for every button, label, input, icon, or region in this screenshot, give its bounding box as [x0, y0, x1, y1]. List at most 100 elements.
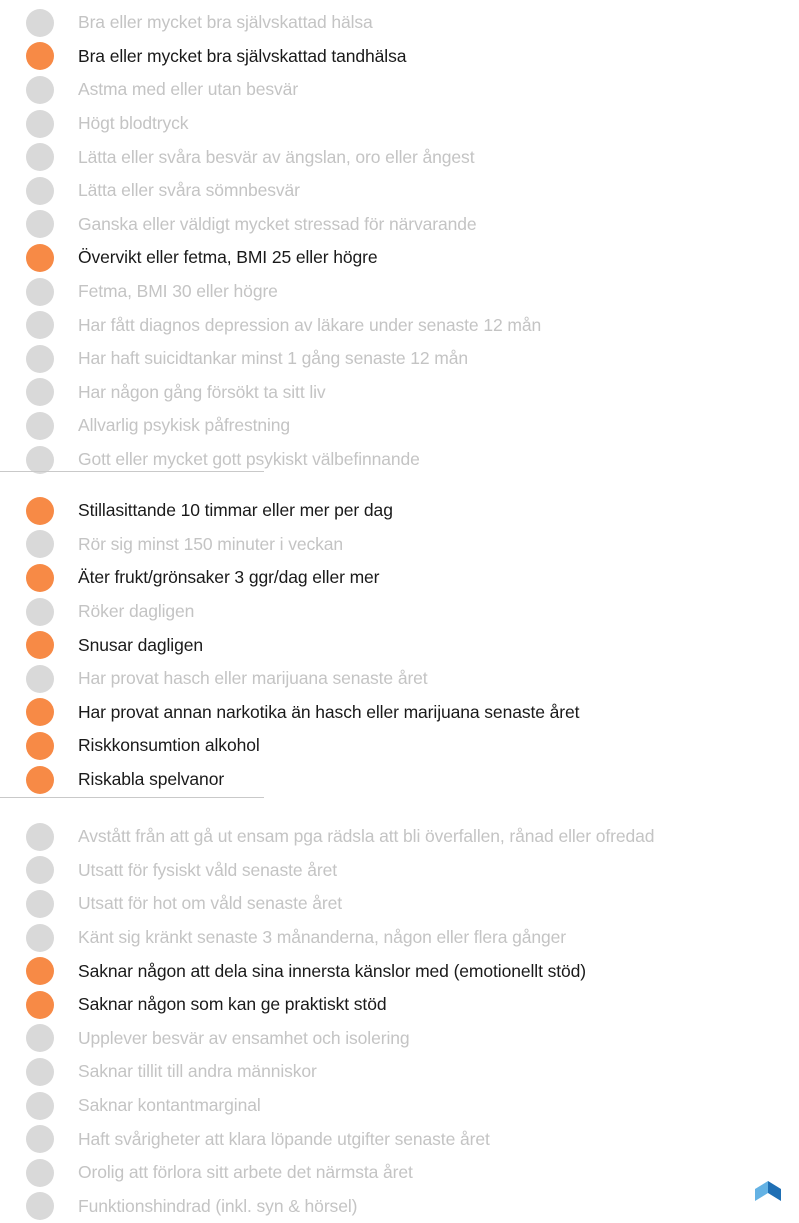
indicator-label: Har provat hasch eller marijuana senaste…: [78, 668, 428, 689]
indicator-row: Har provat annan narkotika än hasch elle…: [0, 696, 799, 730]
indicator-row: Upplever besvär av ensamhet och isolerin…: [0, 1022, 799, 1056]
inactive-dot-icon: [26, 889, 54, 918]
indicator-label: Har haft suicidtankar minst 1 gång senas…: [78, 348, 469, 369]
indicator-row: Har provat hasch eller marijuana senaste…: [0, 662, 799, 696]
indicator-row: Riskabla spelvanor: [0, 763, 799, 797]
indicator-row: Rör sig minst 150 minuter i veckan: [0, 528, 799, 562]
inactive-dot-icon: [26, 344, 54, 373]
indicator-label: Astma med eller utan besvär: [78, 79, 299, 100]
indicator-label: Utsatt för fysiskt våld senaste året: [78, 859, 338, 880]
indicator-label: Riskkonsumtion alkohol: [78, 735, 260, 756]
indicator-label: Utsatt för hot om våld senaste året: [78, 893, 342, 914]
indicator-label: Fetma, BMI 30 eller högre: [78, 281, 278, 302]
highlight-dot-icon: [26, 631, 54, 660]
highlight-dot-icon: [26, 990, 54, 1019]
inactive-dot-icon: [26, 664, 54, 693]
inactive-dot-icon: [26, 822, 54, 851]
inactive-dot-icon: [26, 109, 54, 138]
inactive-dot-icon: [26, 923, 54, 952]
brand-logo-icon: [755, 1181, 781, 1201]
indicator-label: Stillasittande 10 timmar eller mer per d…: [78, 500, 393, 521]
indicator-row: Övervikt eller fetma, BMI 25 eller högre: [0, 241, 799, 275]
indicator-label: Saknar någon som kan ge praktiskt stöd: [78, 994, 387, 1015]
indicator-label: Högt blodtryck: [78, 113, 189, 134]
indicator-group-lifestyle: Stillasittande 10 timmar eller mer per d…: [0, 494, 799, 796]
indicator-label: Saknar kontantmarginal: [78, 1095, 261, 1116]
indicator-row: Har någon gång försökt ta sitt liv: [0, 376, 799, 410]
highlight-dot-icon: [26, 496, 54, 525]
inactive-dot-icon: [26, 1057, 54, 1086]
indicator-row: Astma med eller utan besvär: [0, 73, 799, 107]
indicator-label: Röker dagligen: [78, 601, 195, 622]
indicator-label: Upplever besvär av ensamhet och isolerin…: [78, 1027, 410, 1048]
indicator-row: Ganska eller väldigt mycket stressad för…: [0, 208, 799, 242]
inactive-dot-icon: [26, 856, 54, 885]
indicator-row: Stillasittande 10 timmar eller mer per d…: [0, 494, 799, 528]
inactive-dot-icon: [26, 1158, 54, 1187]
highlight-dot-icon: [26, 42, 54, 71]
highlight-dot-icon: [26, 765, 54, 794]
highlight-dot-icon: [26, 563, 54, 592]
inactive-dot-icon: [26, 1091, 54, 1120]
inactive-dot-icon: [26, 1024, 54, 1053]
indicator-row: Riskkonsumtion alkohol: [0, 729, 799, 763]
inactive-dot-icon: [26, 176, 54, 205]
indicator-label: Lätta eller svåra sömnbesvär: [78, 180, 300, 201]
indicator-row: Saknar någon att dela sina innersta käns…: [0, 954, 799, 988]
inactive-dot-icon: [26, 1125, 54, 1154]
indicator-label: Haft svårigheter att klara löpande utgif…: [78, 1128, 490, 1149]
indicator-row: Lätta eller svåra sömnbesvär: [0, 174, 799, 208]
indicator-row: Snusar dagligen: [0, 628, 799, 662]
inactive-dot-icon: [26, 143, 54, 172]
indicator-label: Saknar tillit till andra människor: [78, 1061, 317, 1082]
indicator-label: Lätta eller svåra besvär av ängslan, oro…: [78, 146, 475, 167]
indicator-row: Funktionshindrad (inkl. syn & hörsel): [0, 1190, 799, 1223]
indicator-row: Saknar någon som kan ge praktiskt stöd: [0, 988, 799, 1022]
indicator-row: Allvarlig psykisk påfrestning: [0, 409, 799, 443]
indicator-label: Rör sig minst 150 minuter i veckan: [78, 533, 344, 554]
indicator-label: Orolig att förlora sitt arbete det närms…: [78, 1162, 413, 1183]
indicator-label: Känt sig kränkt senaste 3 månanderna, nå…: [78, 927, 567, 948]
indicator-label: Avstått från att gå ut ensam pga rädsla …: [78, 826, 655, 847]
indicator-row: Äter frukt/grönsaker 3 ggr/dag eller mer: [0, 561, 799, 595]
inactive-dot-icon: [26, 210, 54, 239]
indicator-label: Bra eller mycket bra självskattad tandhä…: [78, 45, 407, 66]
indicator-row: Fetma, BMI 30 eller högre: [0, 275, 799, 309]
inactive-dot-icon: [26, 530, 54, 559]
highlight-dot-icon: [26, 957, 54, 986]
indicator-row: Har haft suicidtankar minst 1 gång senas…: [0, 342, 799, 376]
indicator-row: Saknar tillit till andra människor: [0, 1055, 799, 1089]
indicator-row: Avstått från att gå ut ensam pga rädsla …: [0, 820, 799, 854]
indicator-row: Orolig att förlora sitt arbete det närms…: [0, 1156, 799, 1190]
indicator-row: Högt blodtryck: [0, 107, 799, 141]
inactive-dot-icon: [26, 311, 54, 340]
indicator-row: Lätta eller svåra besvär av ängslan, oro…: [0, 140, 799, 174]
group-divider: [0, 471, 264, 472]
indicator-label: Riskabla spelvanor: [78, 769, 225, 790]
inactive-dot-icon: [26, 8, 54, 37]
indicator-row: Har fått diagnos depression av läkare un…: [0, 308, 799, 342]
inactive-dot-icon: [26, 1192, 54, 1221]
group-divider: [0, 797, 264, 798]
indicator-label: Gott eller mycket gott psykiskt välbefin…: [78, 449, 420, 470]
indicator-label: Har fått diagnos depression av läkare un…: [78, 314, 542, 335]
indicator-label: Snusar dagligen: [78, 634, 203, 655]
inactive-dot-icon: [26, 75, 54, 104]
inactive-dot-icon: [26, 445, 54, 474]
indicator-label: Har någon gång försökt ta sitt liv: [78, 381, 326, 402]
indicator-group-social: Avstått från att gå ut ensam pga rädsla …: [0, 820, 799, 1223]
indicator-row: Utsatt för fysiskt våld senaste året: [0, 854, 799, 888]
indicator-label: Bra eller mycket bra självskattad hälsa: [78, 12, 373, 33]
indicator-row: Bra eller mycket bra självskattad hälsa: [0, 6, 799, 40]
indicator-label: Övervikt eller fetma, BMI 25 eller högre: [78, 247, 378, 268]
indicator-label: Äter frukt/grönsaker 3 ggr/dag eller mer: [78, 567, 380, 588]
indicator-row: Haft svårigheter att klara löpande utgif…: [0, 1122, 799, 1156]
indicator-row: Saknar kontantmarginal: [0, 1089, 799, 1123]
inactive-dot-icon: [26, 277, 54, 306]
indicator-label: Ganska eller väldigt mycket stressad för…: [78, 213, 477, 234]
indicator-row: Utsatt för hot om våld senaste året: [0, 887, 799, 921]
highlight-dot-icon: [26, 698, 54, 727]
indicator-row: Känt sig kränkt senaste 3 månanderna, nå…: [0, 921, 799, 955]
indicator-row: Röker dagligen: [0, 595, 799, 629]
inactive-dot-icon: [26, 378, 54, 407]
